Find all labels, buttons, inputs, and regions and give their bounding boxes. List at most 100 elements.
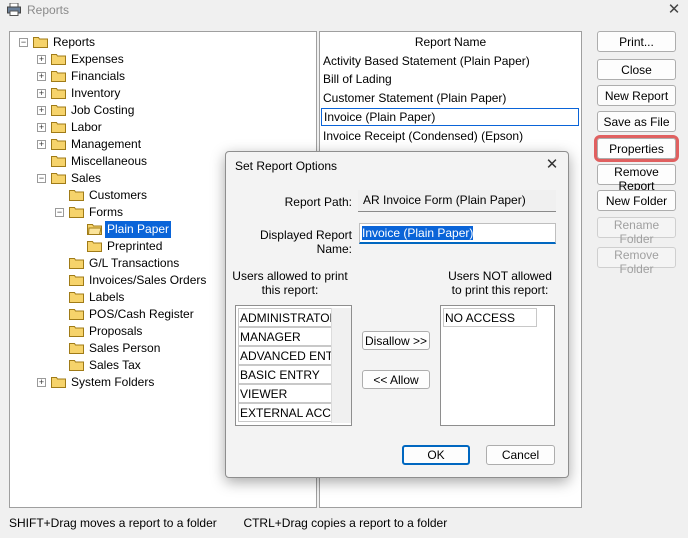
print-button[interactable]: Print... [597, 31, 676, 52]
ok-button[interactable]: OK [402, 445, 470, 465]
tree-item-job-costing[interactable]: + Job Costing [10, 102, 310, 119]
remove-folder-button[interactable]: Remove Folder [597, 247, 676, 276]
close-button[interactable]: Close [597, 59, 676, 80]
not-allowed-users-list[interactable]: NO ACCESS [440, 305, 555, 426]
selected-text: Invoice (Plain Paper) [362, 226, 474, 240]
folder-icon [51, 139, 66, 150]
folder-icon [51, 377, 66, 388]
tree-label: Plain Paper [105, 221, 172, 238]
ctrl-drag-hint: CTRL+Drag copies a report to a folder [243, 516, 448, 530]
rename-folder-button[interactable]: Rename Folder [597, 217, 676, 246]
list-item[interactable]: ADMINISTRATOR [238, 308, 332, 327]
column-header-report-name[interactable]: ⌄ Report Name [320, 34, 581, 50]
folder-icon [69, 190, 84, 201]
expand-icon[interactable]: + [37, 106, 46, 115]
dialog-close-icon[interactable]: ✕ [542, 156, 562, 174]
list-item[interactable]: Customer Statement (Plain Paper) [321, 89, 579, 107]
tree-item-reports[interactable]: − Reports [10, 34, 310, 51]
folder-icon [51, 54, 66, 65]
remove-report-button[interactable]: Remove Report [597, 164, 676, 193]
scrollbar[interactable] [331, 308, 351, 423]
tree-label: Sales [71, 171, 102, 185]
list-item[interactable]: NO ACCESS [443, 308, 537, 327]
report-path-label: Report Path: [284, 195, 352, 209]
tree-label: Reports [53, 35, 96, 49]
collapse-icon[interactable]: − [37, 174, 46, 183]
new-report-button[interactable]: New Report [597, 85, 676, 106]
folder-icon [51, 71, 66, 82]
collapse-icon[interactable]: − [55, 208, 64, 217]
tree-item-financials[interactable]: + Financials [10, 68, 310, 85]
list-item[interactable]: Activity Based Statement (Plain Paper) [321, 52, 579, 70]
displayed-report-name-input[interactable]: Invoice (Plain Paper) [359, 223, 556, 244]
dialog-title: Set Report Options [235, 159, 338, 173]
tree-label: Labels [89, 290, 125, 304]
displayed-report-name-label: Displayed Report Name: [259, 228, 352, 256]
allow-button[interactable]: << Allow [362, 370, 430, 389]
tree-label: Sales Tax [89, 358, 141, 372]
allowed-label-line2: this report: [261, 283, 319, 297]
status-bar: SHIFT+Drag moves a report to a folder CT… [9, 516, 447, 530]
collapse-icon[interactable]: − [19, 38, 28, 47]
tree-label: Expenses [71, 52, 124, 66]
folder-open-icon [33, 37, 48, 48]
folder-icon [69, 343, 84, 354]
set-report-options-dialog: Set Report Options ✕ Report Path: AR Inv… [225, 151, 569, 478]
expand-icon[interactable]: + [37, 378, 46, 387]
folder-icon [51, 122, 66, 133]
properties-button[interactable]: Properties [594, 135, 679, 162]
folder-icon [87, 241, 102, 252]
allowed-users-label: Users allowed to print this report: [230, 269, 350, 297]
tree-label: Forms [89, 205, 123, 219]
tree-label: Miscellaneous [71, 154, 148, 168]
printer-icon [7, 3, 21, 16]
list-item[interactable]: BASIC ENTRY [238, 365, 332, 384]
folder-open-icon [69, 207, 84, 218]
save-as-file-button[interactable]: Save as File [597, 111, 676, 132]
folder-icon [69, 258, 84, 269]
expand-icon[interactable]: + [37, 123, 46, 132]
list-item[interactable]: EXTERNAL ACCES [238, 403, 332, 422]
list-item[interactable]: MANAGER [238, 327, 332, 346]
disallow-button[interactable]: Disallow >> [362, 331, 430, 350]
not-allowed-label-line1: Users NOT allowed [448, 269, 552, 283]
title-bar: Reports ✕ [0, 0, 688, 22]
tree-item-inventory[interactable]: + Inventory [10, 85, 310, 102]
folder-open-icon [51, 173, 66, 184]
column-header-label: Report Name [414, 35, 487, 49]
expand-icon[interactable]: + [37, 89, 46, 98]
allowed-users-list[interactable]: ADMINISTRATOR MANAGER ADVANCED ENTRY BAS… [235, 305, 352, 426]
allowed-label-line1: Users allowed to print [232, 269, 348, 283]
tree-item-labor[interactable]: + Labor [10, 119, 310, 136]
expand-icon[interactable]: + [37, 55, 46, 64]
new-folder-button[interactable]: New Folder [597, 190, 676, 211]
tree-label: POS/Cash Register [89, 307, 194, 321]
shift-drag-hint: SHIFT+Drag moves a report to a folder [9, 516, 217, 530]
list-item[interactable]: ADVANCED ENTRY [238, 346, 332, 365]
list-item[interactable]: Bill of Lading [321, 70, 579, 88]
tree-label: System Folders [71, 375, 155, 389]
expand-icon[interactable]: + [37, 72, 46, 81]
list-item-selected[interactable]: Invoice (Plain Paper) [321, 108, 579, 126]
tree-item-expenses[interactable]: + Expenses [10, 51, 310, 68]
folder-icon [69, 292, 84, 303]
tree-label: Job Costing [71, 103, 135, 117]
list-item[interactable]: Invoice Receipt (Condensed) (Epson) [321, 127, 579, 145]
folder-icon [51, 156, 66, 167]
tree-label: G/L Transactions [89, 256, 180, 270]
tree-label: Preprinted [107, 239, 163, 253]
cancel-button[interactable]: Cancel [486, 445, 555, 465]
tree-label: Financials [71, 69, 126, 83]
tree-label: Customers [89, 188, 148, 202]
folder-icon [69, 309, 84, 320]
window-close-icon[interactable]: ✕ [664, 1, 684, 19]
folder-icon [69, 326, 84, 337]
not-allowed-users-label: Users NOT allowed to print this report: [439, 269, 561, 297]
folder-icon [51, 88, 66, 99]
folder-icon [69, 360, 84, 371]
expand-icon[interactable]: + [37, 140, 46, 149]
folder-icon [69, 275, 84, 286]
list-item[interactable]: VIEWER [238, 384, 332, 403]
tree-label: Invoices/Sales Orders [89, 273, 207, 287]
tree-label: Proposals [89, 324, 143, 338]
